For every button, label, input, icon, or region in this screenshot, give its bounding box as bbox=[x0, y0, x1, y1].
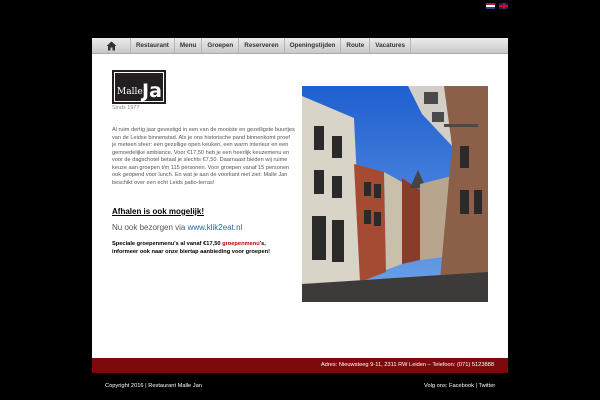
logo-wordmark: Malle Jan bbox=[117, 80, 163, 101]
bezorgen-text: Nu ook bezorgen via www.klik2eat.nl bbox=[112, 223, 243, 232]
nav-item-vacatures[interactable]: Vacatures bbox=[370, 38, 412, 53]
copyright-text: Copyright 2016 | Restaurant Malle Jan bbox=[105, 383, 202, 389]
social-links: Volg ons: Facebook | Twitter bbox=[424, 383, 496, 389]
svg-text:Jan: Jan bbox=[140, 80, 163, 101]
flag-en-icon[interactable] bbox=[499, 3, 508, 9]
afhalen-link[interactable]: Afhalen is ook mogelijk! bbox=[112, 207, 204, 216]
nav-item-reserveren[interactable]: Reserveren bbox=[239, 38, 285, 53]
nav-item-route[interactable]: Route bbox=[341, 38, 371, 53]
klik2eat-link[interactable]: www.klik2eat.nl bbox=[188, 223, 243, 232]
group-menu-text: Speciale groepenmenu's al vanaf €17,50 g… bbox=[112, 241, 271, 255]
logo-tagline: Sinds 1977 bbox=[112, 105, 140, 111]
twitter-link[interactable]: Twitter bbox=[479, 383, 496, 389]
footer-bar: Adres: Nieuwsteeg 9-11, 2311 RW Leiden –… bbox=[92, 358, 508, 373]
nav-item-groepen[interactable]: Groepen bbox=[202, 38, 240, 53]
flag-nl-icon[interactable] bbox=[486, 3, 495, 9]
groepenmenu-link[interactable]: groepenmenu bbox=[222, 241, 260, 247]
intro-text: Al ruim dertig jaar gevestigd in een van… bbox=[112, 127, 295, 186]
home-icon bbox=[106, 41, 116, 50]
nav-item-openingstijden[interactable]: Openingstijden bbox=[285, 38, 342, 53]
nav-item-restaurant[interactable]: Restaurant bbox=[131, 38, 175, 53]
main-nav: Restaurant Menu Groepen Reserveren Openi… bbox=[92, 38, 508, 54]
facebook-link[interactable]: Facebook bbox=[449, 383, 474, 389]
nav-home[interactable] bbox=[92, 38, 131, 53]
street-photo bbox=[302, 86, 488, 302]
main-content: Malle Jan Sinds 1977 Al ruim dertig jaar… bbox=[92, 54, 508, 358]
footer-address: Adres: Nieuwsteeg 9-11, 2311 RW Leiden –… bbox=[320, 362, 494, 368]
svg-text:Malle: Malle bbox=[117, 87, 143, 97]
logo[interactable]: Malle Jan bbox=[112, 70, 166, 104]
nav-item-menu[interactable]: Menu bbox=[175, 38, 203, 53]
language-switcher bbox=[486, 3, 508, 9]
